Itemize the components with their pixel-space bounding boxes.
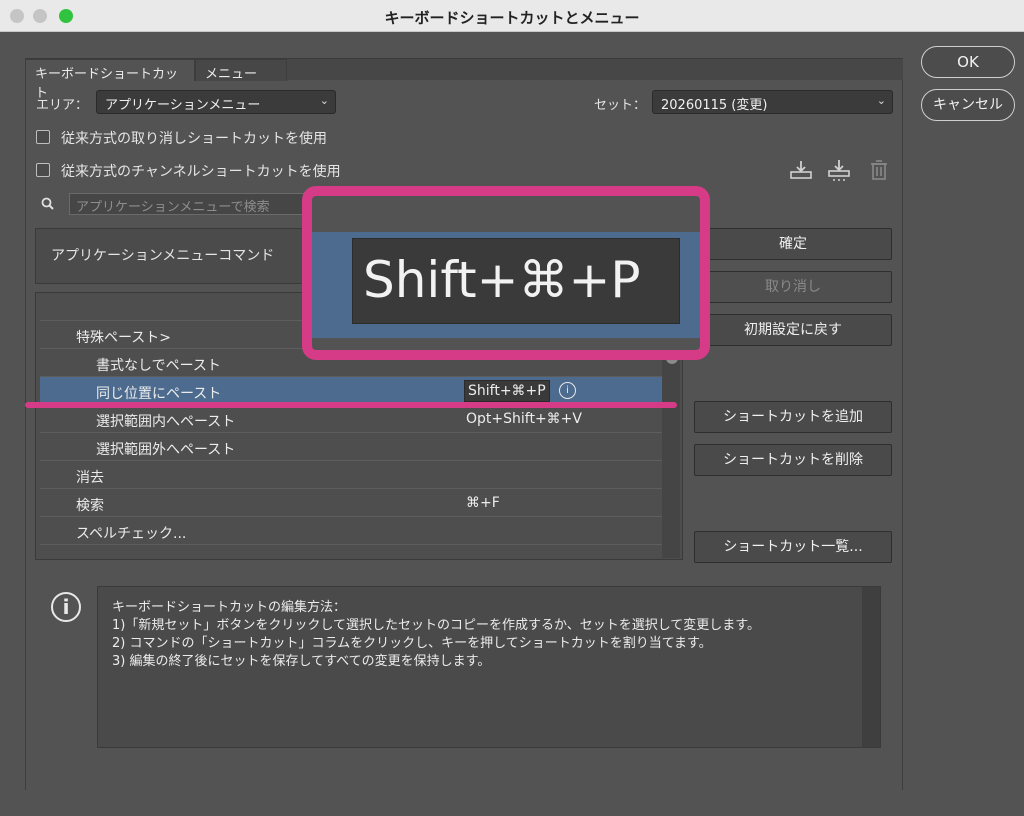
save-set-icon[interactable] bbox=[788, 158, 814, 182]
command-label: 選択範囲内へペースト bbox=[96, 414, 236, 430]
table-row[interactable]: 検索 ⌘+F bbox=[40, 489, 662, 517]
legacy-undo-label: 従来方式の取り消しショートカットを使用 bbox=[61, 131, 327, 147]
set-select[interactable]: 20260115 (変更) ⌄ bbox=[652, 90, 893, 114]
help-line: 1)「新規セット」ボタンをクリックして選択したセットのコピーを作成するか、セット… bbox=[112, 618, 761, 633]
command-column-header: アプリケーションメニューコマンド bbox=[51, 248, 275, 264]
command-label: 同じ位置にペースト bbox=[96, 386, 222, 402]
command-label: 特殊ペースト> bbox=[76, 330, 172, 346]
ok-button[interactable]: OK bbox=[921, 46, 1015, 78]
command-label: スペルチェック... bbox=[76, 526, 187, 542]
shortcut-label: Opt+Shift+⌘+V bbox=[466, 411, 582, 427]
command-label: 選択範囲外へペースト bbox=[96, 442, 236, 458]
shortcut-label: ⌘+F bbox=[466, 495, 500, 511]
tab-keyboard-shortcuts[interactable]: キーボードショートカット bbox=[25, 59, 195, 101]
help-text-box: キーボードショートカットの編集方法： 1)「新規セット」ボタンをクリックして選択… bbox=[97, 586, 881, 748]
legacy-channel-label: 従来方式のチャンネルショートカットを使用 bbox=[61, 164, 341, 180]
help-scrollbar[interactable] bbox=[862, 587, 880, 747]
zoom-shortcut-text: Shift+⌘+P bbox=[352, 238, 680, 324]
info-icon[interactable]: i bbox=[559, 382, 576, 399]
chevron-down-icon: ⌄ bbox=[876, 94, 886, 107]
help-line: 3) 編集の終了後にセットを保存してすべての変更を保持します。 bbox=[112, 654, 491, 669]
reset-default-button[interactable]: 初期設定に戻す bbox=[694, 314, 892, 346]
tab-bar: キーボードショートカット メニュー bbox=[25, 58, 903, 101]
area-select[interactable]: アプリケーションメニュー ⌄ bbox=[96, 90, 336, 114]
search-icon bbox=[40, 196, 56, 212]
highlight-underline bbox=[25, 402, 677, 408]
title-bar: キーボードショートカットとメニュー bbox=[0, 0, 1024, 32]
search-input[interactable]: アプリケーションメニューで検索 bbox=[69, 193, 305, 215]
command-label: 消去 bbox=[76, 470, 104, 486]
set-select-value: 20260115 (変更) bbox=[661, 98, 768, 113]
legacy-undo-checkbox[interactable] bbox=[36, 130, 50, 144]
help-line: 2) コマンドの「ショートカット」コラムをクリックし、キーを押してショートカット… bbox=[112, 636, 712, 651]
summarize-button[interactable]: ショートカット一覧... bbox=[694, 531, 892, 563]
help-line: キーボードショートカットの編集方法： bbox=[112, 600, 347, 615]
chevron-down-icon: ⌄ bbox=[319, 94, 329, 107]
table-row[interactable]: 選択範囲外へペースト bbox=[40, 433, 662, 461]
area-label: エリア： bbox=[36, 98, 89, 113]
info-icon: i bbox=[51, 592, 81, 622]
command-label: 書式なしでペースト bbox=[96, 358, 221, 374]
delete-shortcut-button[interactable]: ショートカットを削除 bbox=[694, 444, 892, 476]
window-title: キーボードショートカットとメニュー bbox=[384, 9, 640, 27]
zoom-callout: Shift+⌘+P bbox=[302, 186, 710, 360]
area-select-value: アプリケーションメニュー bbox=[105, 98, 261, 113]
legacy-channel-checkbox[interactable] bbox=[36, 163, 50, 177]
shortcut-edit-field[interactable]: Shift+⌘+P bbox=[464, 380, 550, 402]
undo-button[interactable]: 取り消し bbox=[694, 271, 892, 303]
table-row[interactable]: スペルチェック... bbox=[40, 517, 662, 545]
command-label: 検索 bbox=[76, 498, 104, 514]
search-placeholder: アプリケーションメニューで検索 bbox=[76, 200, 270, 215]
table-row-selected[interactable]: 同じ位置にペースト Shift+⌘+P i bbox=[40, 377, 662, 405]
cancel-button[interactable]: キャンセル bbox=[921, 89, 1015, 121]
trash-icon[interactable] bbox=[866, 158, 892, 182]
set-label: セット： bbox=[594, 98, 647, 113]
new-set-icon[interactable] bbox=[826, 158, 852, 182]
accept-button[interactable]: 確定 bbox=[694, 228, 892, 260]
table-row[interactable]: 選択範囲内へペースト Opt+Shift+⌘+V bbox=[40, 405, 662, 433]
tab-menus[interactable]: メニュー bbox=[195, 59, 287, 82]
table-row[interactable]: 消去 bbox=[40, 461, 662, 489]
add-shortcut-button[interactable]: ショートカットを追加 bbox=[694, 401, 892, 433]
